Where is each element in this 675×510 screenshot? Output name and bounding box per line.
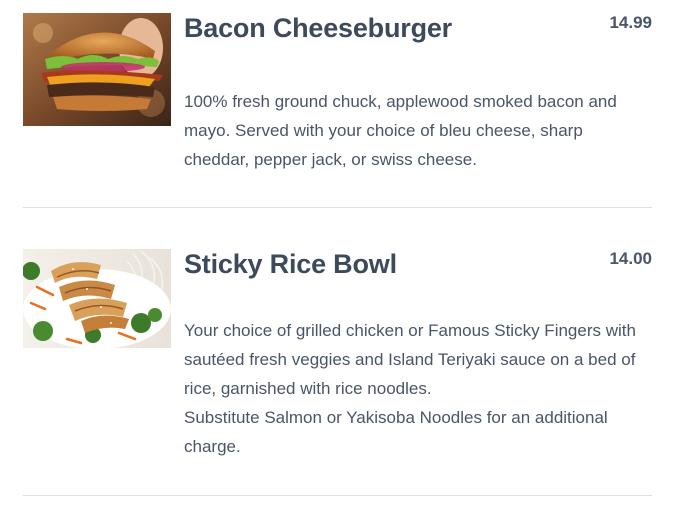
- item-description-text: Your choice of grilled chicken or Famous…: [184, 321, 636, 398]
- item-title: Bacon Cheeseburger: [184, 13, 452, 43]
- bacon-cheeseburger-image[interactable]: [23, 13, 171, 126]
- item-note: Substitute Salmon or Yakisoba Noodles fo…: [184, 408, 608, 456]
- item-description-text: 100% fresh ground chuck, applewood smoke…: [184, 92, 617, 169]
- sticky-rice-bowl-image[interactable]: [23, 249, 171, 348]
- divider: [23, 495, 652, 496]
- item-title: Sticky Rice Bowl: [184, 249, 397, 279]
- divider: [23, 207, 652, 208]
- menu-item-sticky-rice-bowl[interactable]: Sticky Rice Bowl 14.00 Your choice of gr…: [23, 249, 652, 496]
- item-price: 14.00: [609, 249, 652, 268]
- item-price: 14.99: [609, 13, 652, 32]
- menu-item-bacon-cheeseburger[interactable]: Bacon Cheeseburger 14.99 100% fresh grou…: [23, 13, 652, 207]
- item-description: 100% fresh ground chuck, applewood smoke…: [184, 87, 652, 174]
- item-description: Your choice of grilled chicken or Famous…: [184, 316, 652, 461]
